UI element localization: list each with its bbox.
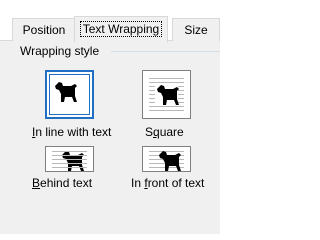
- wrap-front-icon: [149, 151, 184, 171]
- wrap-inline-icon: [55, 82, 77, 102]
- tab-strip: Position Text Wrapping Size: [0, 0, 220, 43]
- wrap-behind-button[interactable]: [45, 146, 94, 172]
- wrap-behind-label: Behind text: [32, 176, 93, 190]
- tab-position-label: Position: [22, 23, 66, 37]
- tab-position[interactable]: Position: [12, 18, 76, 41]
- wrap-inline-label: In line with text: [32, 125, 112, 139]
- group-divider: [111, 51, 220, 52]
- wrap-front-button[interactable]: [142, 146, 191, 172]
- wrap-front-label: In front of text: [131, 176, 205, 190]
- wrapping-style-heading: Wrapping style: [20, 44, 100, 58]
- tab-text-wrapping[interactable]: Text Wrapping: [74, 16, 168, 43]
- wrap-inline-button[interactable]: [45, 70, 94, 119]
- wrap-behind-icon: [52, 151, 87, 171]
- wrap-square-label: Square: [145, 125, 184, 139]
- tab-size-label: Size: [184, 23, 208, 37]
- wrap-square-button[interactable]: [142, 70, 191, 119]
- wrap-square-icon: [149, 78, 184, 111]
- tab-text-wrapping-label: Text Wrapping: [79, 21, 163, 37]
- format-picture-dialog: Position Text Wrapping Size Wrapping sty…: [0, 0, 220, 234]
- tab-size[interactable]: Size: [172, 18, 220, 41]
